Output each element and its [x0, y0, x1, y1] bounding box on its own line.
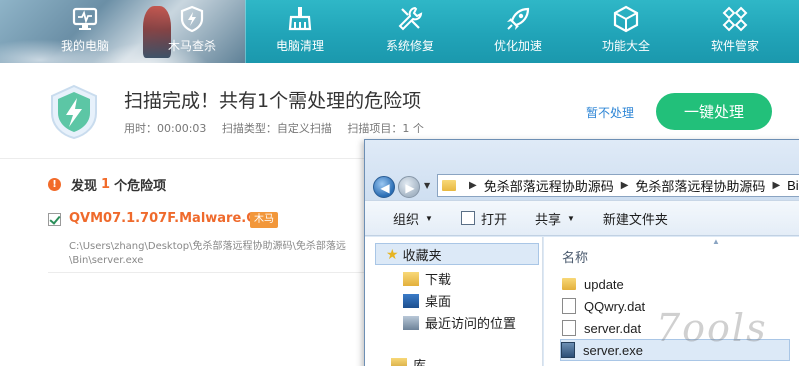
threat-count: 1	[101, 177, 111, 192]
forward-button[interactable]: ▶	[398, 176, 420, 198]
threat-path-line: C:\Users\zhang\Desktop\免杀部落远程协助源码\免杀部落远	[69, 241, 346, 252]
scan-meta: 用时：00:00:03 扫描类型：自定义扫描 扫描项目：1 个	[124, 120, 436, 136]
threat-name: QVM07.1.707F.Malware.Gen	[69, 211, 275, 226]
nav-item-software-manager[interactable]: 软件管家	[681, 0, 789, 63]
star-icon: ★	[386, 245, 399, 262]
shield-lightning-icon	[51, 84, 97, 140]
skip-button[interactable]: 暂不处理	[586, 104, 634, 121]
open-label: 打开	[480, 211, 507, 227]
document-icon	[562, 320, 576, 336]
file-name: server.exe	[583, 342, 643, 358]
dropdown-caret-icon: ▼	[425, 213, 433, 223]
share-menu[interactable]: 共享 ▼	[535, 209, 575, 228]
threat-type-badge: 木马	[250, 212, 278, 228]
scan-result-title: 扫描完成！共有1个需处理的危险项	[124, 90, 422, 112]
one-click-fix-button[interactable]: 一键处理	[656, 93, 772, 130]
nav-label: 系统修复	[385, 39, 434, 53]
shield-icon	[180, 5, 204, 33]
open-file-icon	[460, 211, 475, 225]
monitor-icon	[72, 7, 98, 30]
new-folder-label: 新建文件夹	[602, 211, 668, 227]
nav-label: 木马查杀	[167, 39, 216, 53]
threat-row: QVM07.1.707F.Malware.Gen 木马 C:\Users\zha…	[48, 205, 378, 273]
nav-label: 我的电脑	[60, 39, 109, 53]
site-watermark: 7ools	[656, 306, 768, 350]
organize-menu[interactable]: 组织 ▼	[393, 209, 433, 228]
scan-items: 扫描项目：1 个	[347, 122, 424, 135]
favorites-label: 收藏夹	[402, 247, 442, 263]
downloads-folder-icon	[403, 271, 419, 286]
nav-label: 电脑清理	[275, 39, 324, 53]
breadcrumb-separator: ▶	[469, 180, 477, 191]
navigation-pane: ★ 收藏夹 下载 桌面 最近访问的位置 库	[365, 237, 543, 366]
top-nav: 我的电脑 木马查杀 电脑清理 系统修复 优化加速 功能大全 软件管家	[0, 0, 799, 63]
found-suffix: 个危险项	[114, 179, 167, 194]
nav-recent[interactable]: 最近访问的位置	[403, 313, 516, 332]
library-icon	[391, 357, 407, 366]
recent-places-icon	[403, 315, 419, 330]
nav-item-toolbox[interactable]: 功能大全	[572, 0, 680, 63]
folder-icon	[562, 278, 576, 290]
breadcrumb-separator: ▶	[620, 180, 629, 191]
warning-icon: !	[48, 178, 61, 191]
nav-label: 功能大全	[601, 39, 650, 53]
scan-elapsed: 用时：00:00:03	[124, 122, 207, 135]
name-column-header[interactable]: 名称	[562, 247, 588, 266]
desktop-icon	[403, 293, 419, 308]
nav-label: 软件管家	[710, 39, 759, 53]
found-prefix: 发现	[71, 179, 98, 194]
document-icon	[562, 298, 576, 314]
nav-item-my-computer[interactable]: 我的电脑	[31, 0, 139, 63]
address-bar[interactable]: ▶ 免杀部落远程协助源码 ▶ 免杀部落远程协助源码 ▶ Bin	[437, 174, 799, 197]
nav-downloads[interactable]: 下载	[403, 269, 451, 288]
nav-item-system-repair[interactable]: 系统修复	[356, 0, 464, 63]
executable-icon	[561, 342, 575, 358]
broom-icon	[288, 7, 312, 31]
rocket-icon	[507, 7, 530, 30]
explorer-command-bar: 组织 ▼ 打开 共享 ▼ 新建文件夹	[365, 200, 799, 236]
forward-arrow-icon: ▶	[405, 181, 415, 195]
back-arrow-icon: ◀	[380, 181, 390, 195]
back-button[interactable]: ◀	[373, 176, 395, 198]
desktop-label: 桌面	[425, 294, 452, 309]
nav-item-speedup[interactable]: 优化加速	[464, 0, 572, 63]
sort-indicator-icon: ▲	[712, 237, 720, 246]
breadcrumb-separator: ▶	[772, 180, 781, 191]
scan-type: 扫描类型：自定义扫描	[221, 122, 332, 135]
share-label: 共享	[534, 211, 561, 227]
file-name: update	[584, 276, 624, 292]
folder-icon	[442, 180, 456, 191]
threat-path-line: \Bin\server.exe	[69, 255, 144, 266]
nav-library[interactable]: 库	[391, 355, 426, 366]
breadcrumb-item[interactable]: 免杀部落远程协助源码	[484, 176, 614, 195]
open-button[interactable]: 打开	[460, 209, 507, 228]
history-dropdown-icon[interactable]: ▼	[424, 181, 430, 190]
file-name: QQwry.dat	[584, 298, 646, 314]
threat-checkbox[interactable]	[48, 213, 61, 226]
recent-label: 最近访问的位置	[425, 316, 517, 331]
found-threats-heading: ! 发现 1 个危险项	[48, 175, 166, 194]
favorites-item[interactable]: ★ 收藏夹	[375, 243, 539, 265]
nav-desktop[interactable]: 桌面	[403, 291, 451, 310]
file-row[interactable]: update	[562, 273, 624, 295]
cube-icon	[613, 5, 639, 33]
nav-label: 优化加速	[493, 39, 542, 53]
nav-item-cleanup[interactable]: 电脑清理	[246, 0, 354, 63]
new-folder-button[interactable]: 新建文件夹	[603, 209, 668, 228]
threat-path: C:\Users\zhang\Desktop\免杀部落远程协助源码\免杀部落远 …	[69, 240, 379, 268]
apps-icon	[722, 6, 748, 32]
downloads-label: 下载	[425, 272, 452, 287]
file-row[interactable]: QQwry.dat	[562, 295, 645, 317]
file-row[interactable]: server.dat	[562, 317, 641, 339]
nav-item-trojan-scan[interactable]: 木马查杀	[138, 0, 246, 63]
breadcrumb-item[interactable]: 免杀部落远程协助源码	[635, 176, 765, 195]
organize-label: 组织	[393, 211, 420, 227]
explorer-address-row: ◀ ▶ ▼ ▶ 免杀部落远程协助源码 ▶ 免杀部落远程协助源码 ▶ Bin	[365, 140, 799, 200]
wrench-icon	[398, 6, 423, 31]
file-name: server.dat	[584, 320, 642, 336]
dropdown-caret-icon: ▼	[566, 213, 575, 223]
breadcrumb-item[interactable]: Bin	[787, 178, 799, 193]
library-label: 库	[413, 358, 427, 366]
